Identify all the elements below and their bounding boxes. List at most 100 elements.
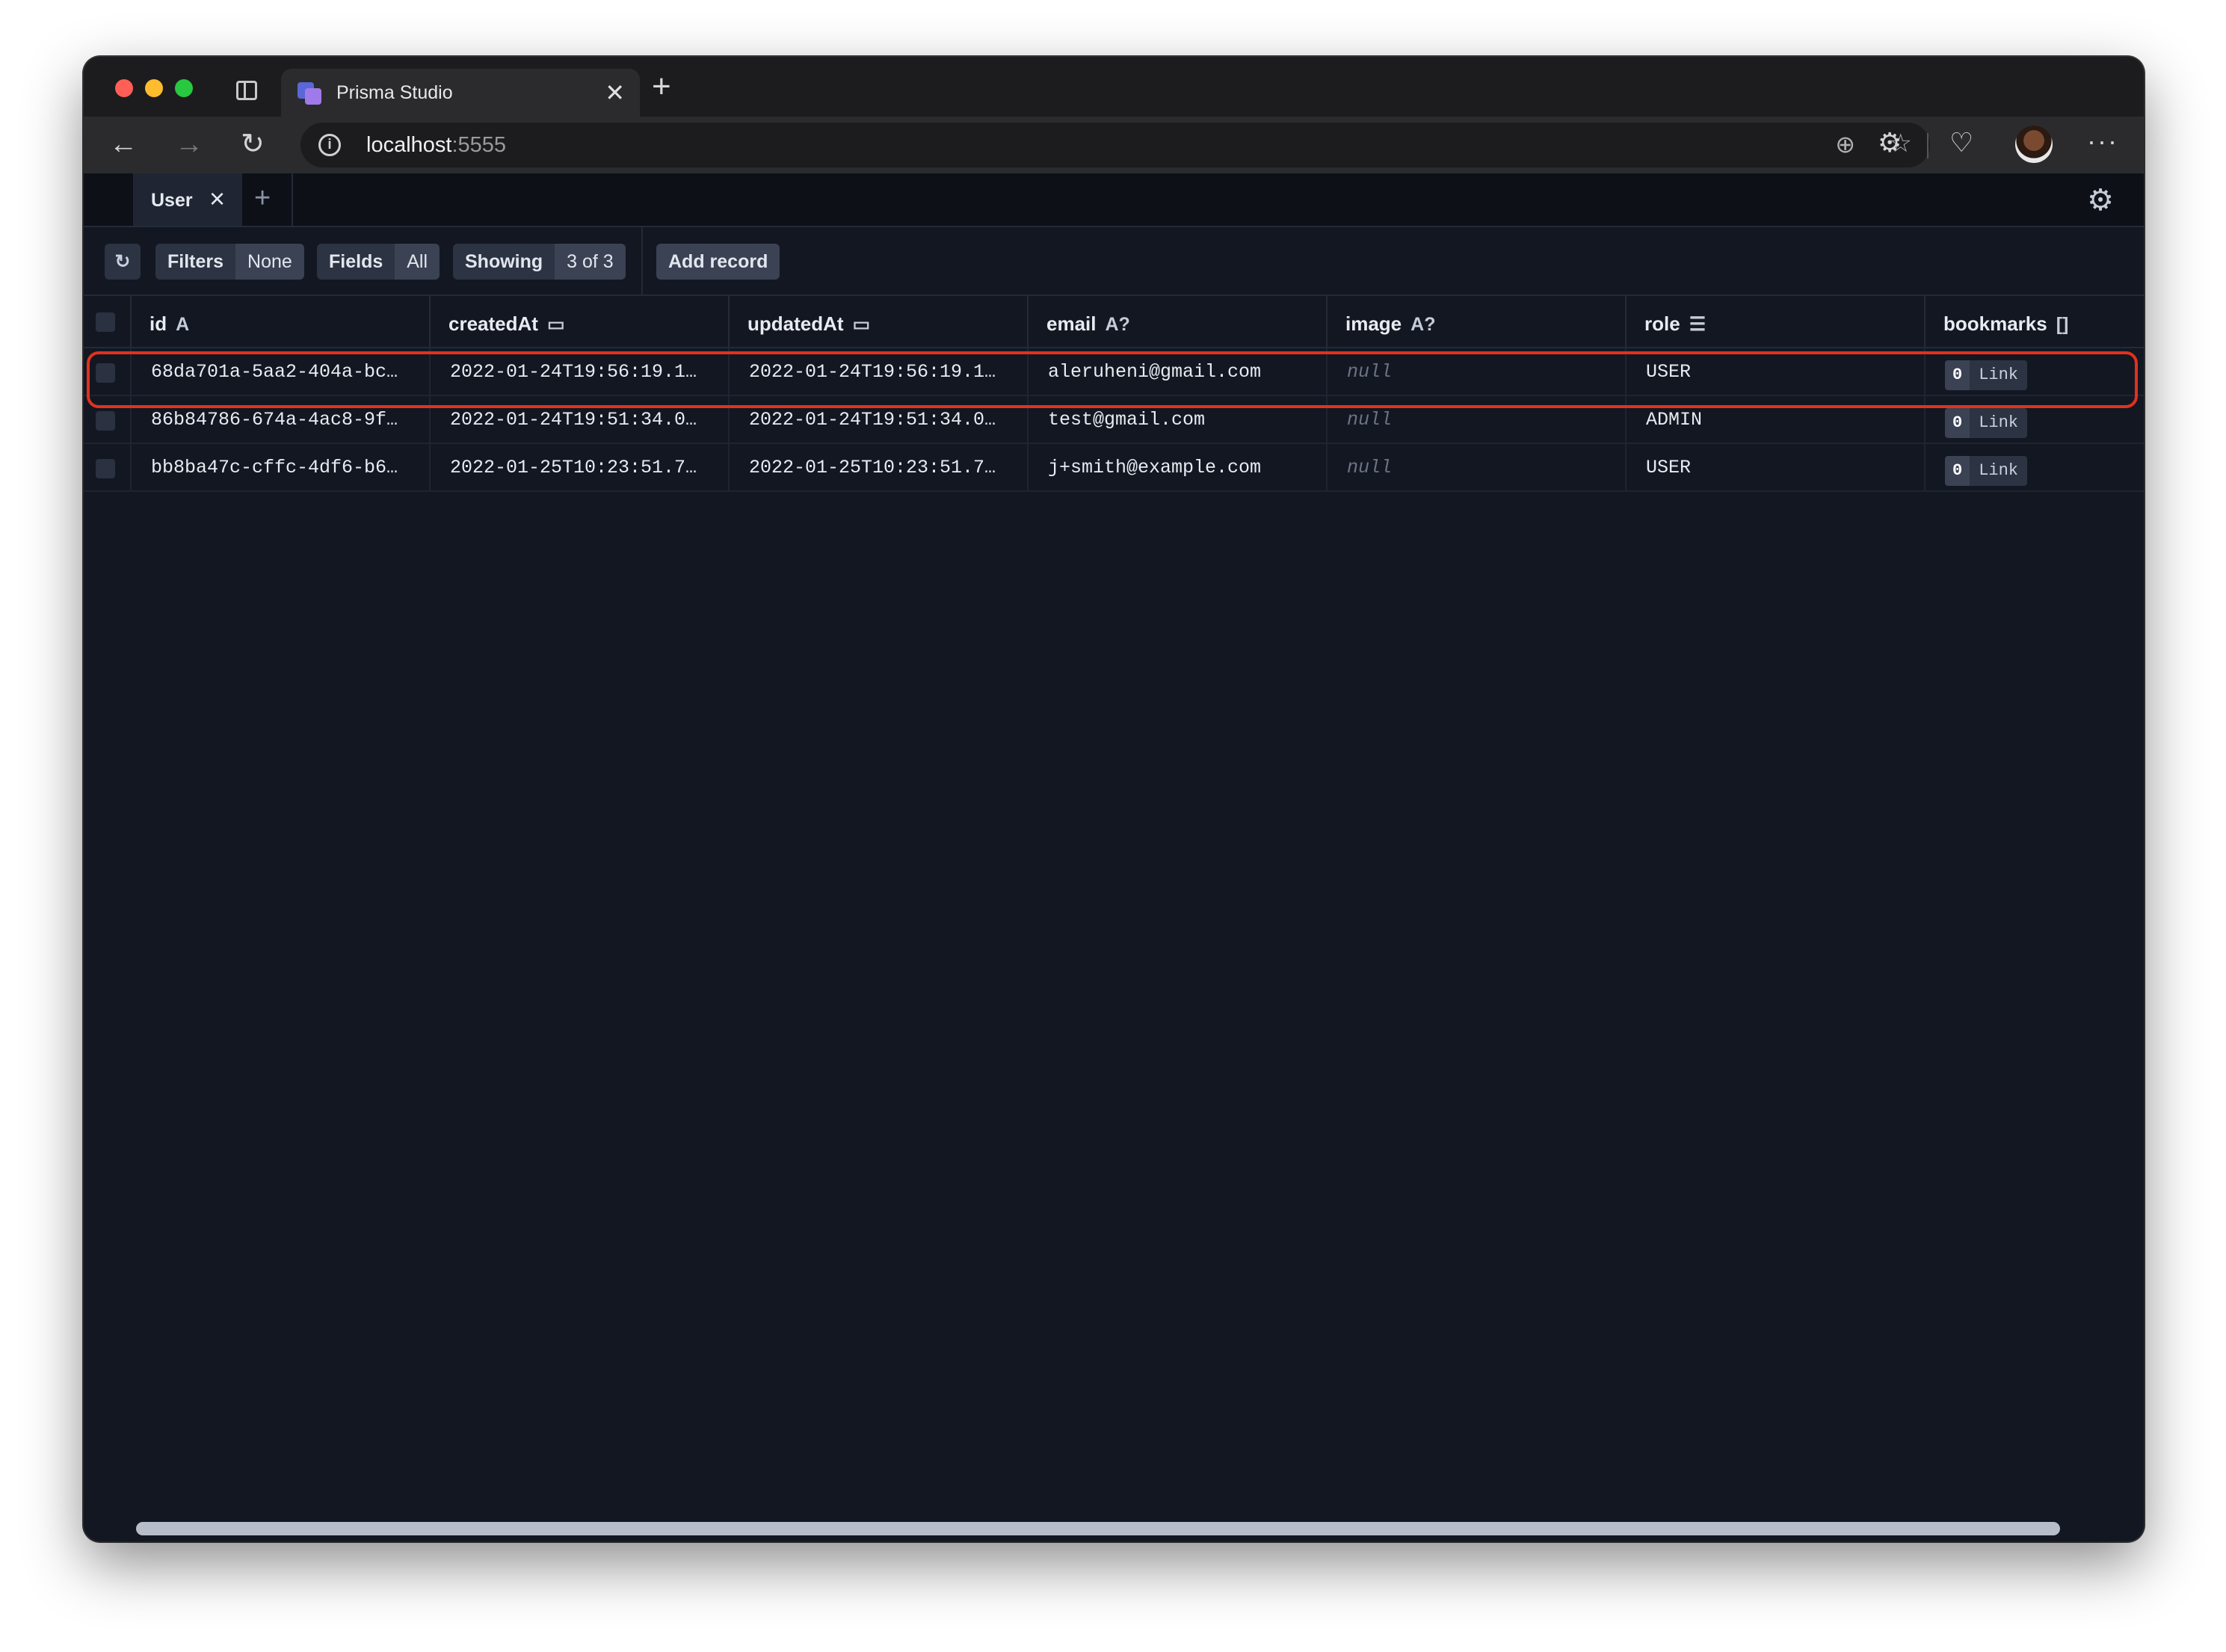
column-name: role: [1644, 312, 1680, 335]
column-name: updatedAt: [747, 312, 844, 335]
cell-id[interactable]: bb8ba47c-cffc-4df6-b6…: [130, 444, 429, 492]
select-all-checkbox[interactable]: [96, 312, 115, 332]
fields-value: All: [395, 244, 440, 280]
datetime-type-icon: ▭: [852, 314, 871, 335]
filters-button[interactable]: Filters None: [155, 244, 304, 280]
cell-createdAt[interactable]: 2022-01-25T10:23:51.7…: [429, 444, 728, 492]
cell-image[interactable]: null: [1326, 396, 1625, 444]
cell-image[interactable]: null: [1326, 348, 1625, 396]
zoom-icon[interactable]: ⊕: [1835, 130, 1855, 158]
add-record-button[interactable]: Add record: [656, 244, 780, 280]
tab-user-model[interactable]: User ×: [133, 173, 242, 226]
profile-avatar[interactable]: [2015, 126, 2053, 163]
showing-label: Showing: [453, 244, 555, 280]
datetime-type-icon: ▭: [546, 314, 565, 335]
browser-tab[interactable]: Prisma Studio ✕: [281, 69, 640, 117]
browser-essentials-icon[interactable]: ♡: [1949, 127, 1973, 158]
cell-role[interactable]: USER: [1625, 348, 1924, 396]
column-name: bookmarks: [1943, 312, 2047, 335]
maximize-window-button[interactable]: [175, 79, 193, 97]
column-header-role[interactable]: role ☰: [1625, 296, 1924, 348]
optional-string-type-icon: A?: [1410, 314, 1436, 335]
column-header-bookmarks[interactable]: bookmarks []: [1924, 296, 2144, 348]
add-tab-icon[interactable]: +: [254, 182, 271, 214]
gear-icon[interactable]: ⚙: [2087, 184, 2114, 217]
add-record-label: Add record: [656, 244, 780, 280]
showing-button[interactable]: Showing 3 of 3: [453, 244, 626, 280]
cell-email[interactable]: test@gmail.com: [1027, 396, 1326, 444]
relation-link-label: Link: [1970, 360, 2028, 390]
browser-navbar: ← → ↻ i localhost:5555 ⊕ ☆ ⚙ ♡ ···: [84, 117, 2144, 173]
site-info-icon[interactable]: i: [318, 134, 341, 156]
close-tab-icon[interactable]: ✕: [605, 79, 625, 106]
back-icon[interactable]: ←: [109, 127, 138, 161]
prisma-favicon-icon: [297, 82, 321, 105]
table-row[interactable]: 68da701a-5aa2-404a-bc… 2022-01-24T19:56:…: [84, 348, 2144, 396]
table-header: id A createdAt ▭ updatedAt ▭ email A? image A…: [84, 296, 2144, 348]
navbar-divider: [1927, 133, 1929, 158]
cell-email[interactable]: j+smith@example.com: [1027, 444, 1326, 492]
enum-type-icon: ☰: [1689, 314, 1707, 335]
close-window-button[interactable]: [115, 79, 133, 97]
minimize-window-button[interactable]: [145, 79, 163, 97]
horizontal-scrollbar[interactable]: [136, 1522, 2060, 1535]
relation-count: 0: [1945, 360, 1970, 390]
column-name: createdAt: [448, 312, 538, 335]
cell-updatedAt[interactable]: 2022-01-24T19:56:19.1…: [728, 348, 1027, 396]
studio-tabbar: User × + ⚙: [84, 173, 2144, 227]
filters-value: None: [235, 244, 304, 280]
close-icon[interactable]: ×: [209, 184, 225, 214]
filters-label: Filters: [155, 244, 236, 280]
cell-role[interactable]: USER: [1625, 444, 1924, 492]
cell-updatedAt[interactable]: 2022-01-25T10:23:51.7…: [728, 444, 1027, 492]
relation-link-label: Link: [1970, 456, 2028, 486]
browser-window: Prisma Studio ✕ + ← → ↻ i localhost:5555…: [84, 57, 2144, 1541]
more-menu-icon[interactable]: ···: [2087, 126, 2118, 157]
cell-createdAt[interactable]: 2022-01-24T19:51:34.0…: [429, 396, 728, 444]
relation-link-button[interactable]: 0 Link: [1945, 360, 2028, 390]
row-checkbox[interactable]: [96, 363, 115, 383]
column-header-updatedAt[interactable]: updatedAt ▭: [728, 296, 1027, 348]
cell-createdAt[interactable]: 2022-01-24T19:56:19.1…: [429, 348, 728, 396]
fields-button[interactable]: Fields All: [317, 244, 440, 280]
column-header-createdAt[interactable]: createdAt ▭: [429, 296, 728, 348]
url-text[interactable]: localhost:5555: [366, 133, 506, 158]
browser-tab-title: Prisma Studio: [336, 82, 453, 103]
tab-divider: [292, 173, 293, 226]
cell-email[interactable]: aleruheni@gmail.com: [1027, 348, 1326, 396]
column-name: image: [1345, 312, 1402, 335]
relation-link-button[interactable]: 0 Link: [1945, 456, 2028, 486]
fields-label: Fields: [317, 244, 395, 280]
relation-count: 0: [1945, 408, 1970, 438]
reload-icon[interactable]: ↻: [241, 127, 265, 161]
cell-image[interactable]: null: [1326, 444, 1625, 492]
column-header-email[interactable]: email A?: [1027, 296, 1326, 348]
refresh-button[interactable]: ↻: [105, 244, 141, 280]
cell-id[interactable]: 68da701a-5aa2-404a-bc…: [130, 348, 429, 396]
cell-id[interactable]: 86b84786-674a-4ac8-9f…: [130, 396, 429, 444]
forward-icon[interactable]: →: [175, 127, 203, 161]
cell-role[interactable]: ADMIN: [1625, 396, 1924, 444]
relation-link-button[interactable]: 0 Link: [1945, 408, 2028, 438]
cell-updatedAt[interactable]: 2022-01-24T19:51:34.0…: [728, 396, 1027, 444]
column-header-image[interactable]: image A?: [1326, 296, 1625, 348]
cell-bookmarks[interactable]: 0 Link: [1924, 348, 2144, 396]
tab-actions-icon[interactable]: [236, 81, 257, 100]
studio-toolbar: ↻ Filters None Fields All Showing 3 of 3…: [84, 227, 2144, 296]
row-checkbox[interactable]: [96, 411, 115, 431]
row-checkbox[interactable]: [96, 459, 115, 478]
table-row[interactable]: bb8ba47c-cffc-4df6-b6… 2022-01-25T10:23:…: [84, 444, 2144, 492]
new-tab-icon[interactable]: +: [652, 69, 671, 105]
cell-bookmarks[interactable]: 0 Link: [1924, 444, 2144, 492]
relation-link-label: Link: [1970, 408, 2028, 438]
browser-tabstrip: Prisma Studio ✕ +: [84, 57, 2144, 117]
address-bar[interactable]: i localhost:5555 ⊕ ☆: [300, 123, 1930, 167]
cell-bookmarks[interactable]: 0 Link: [1924, 396, 2144, 444]
column-name: email: [1046, 312, 1097, 335]
column-header-id[interactable]: id A: [130, 296, 429, 348]
string-type-icon: A: [176, 314, 190, 335]
table-row[interactable]: 86b84786-674a-4ac8-9f… 2022-01-24T19:51:…: [84, 396, 2144, 444]
toolbar-divider: [641, 227, 643, 296]
relation-count: 0: [1945, 456, 1970, 486]
extensions-icon[interactable]: ⚙: [1878, 127, 1902, 158]
